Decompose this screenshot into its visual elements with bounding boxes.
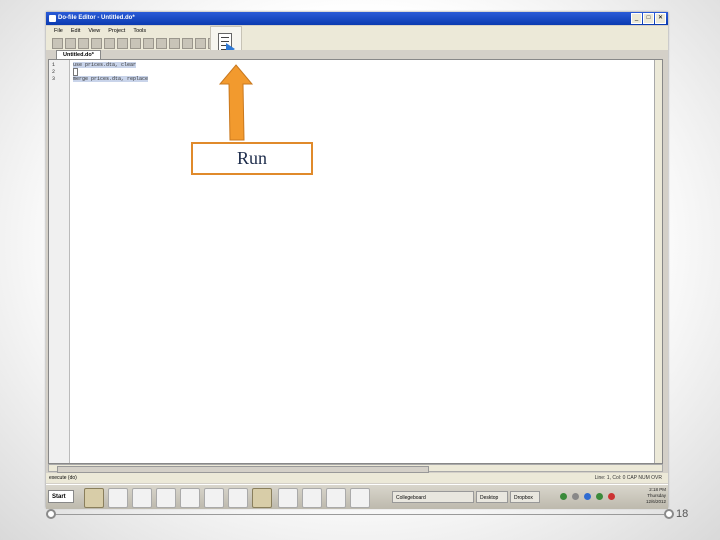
tab-bar: Untitled.do* <box>48 50 666 60</box>
app-icon[interactable] <box>156 488 176 508</box>
menu-project[interactable]: Project <box>108 26 125 36</box>
scroll-thumb[interactable] <box>57 466 429 473</box>
calculator-icon[interactable] <box>252 488 272 508</box>
taskbar-collegeboard[interactable]: Collegeboard <box>392 491 474 503</box>
print-icon[interactable] <box>91 37 102 49</box>
windows-explorer-icon[interactable] <box>84 488 104 508</box>
save-icon[interactable] <box>78 37 89 49</box>
clock[interactable]: 2:18 PM Thursday 12/6/2012 <box>646 487 666 505</box>
volume-icon[interactable] <box>572 493 579 500</box>
powerpoint-icon[interactable] <box>326 488 346 508</box>
open-icon[interactable] <box>65 37 76 49</box>
code-editor[interactable]: 1 2 3 use prices.dta, clear merge prices… <box>48 59 663 464</box>
line-number: 2 <box>52 69 56 75</box>
undo-icon[interactable] <box>156 37 167 49</box>
menu-tools[interactable]: Tools <box>133 26 146 36</box>
paint-icon[interactable] <box>180 488 200 508</box>
app-icon <box>49 15 56 22</box>
status-right: Line: 1, Col: 0 CAP NUM OVR <box>594 475 662 481</box>
text-cursor <box>73 68 78 76</box>
chrome-icon[interactable] <box>132 488 152 508</box>
line-number: 1 <box>52 62 56 68</box>
cut-icon[interactable] <box>117 37 128 49</box>
acrobat-icon[interactable] <box>302 488 322 508</box>
document-icon[interactable] <box>204 488 224 508</box>
system-tray: 2:18 PM Thursday 12/6/2012 <box>556 487 666 507</box>
outdent-icon[interactable] <box>195 37 206 49</box>
slide-divider <box>52 514 664 515</box>
menu-file[interactable]: File <box>54 26 63 36</box>
copy-icon[interactable] <box>130 37 141 49</box>
close-button[interactable]: ✕ <box>655 13 666 24</box>
redo-icon[interactable] <box>169 37 180 49</box>
code-line[interactable]: merge prices.dta, replace <box>73 76 149 82</box>
paste-icon[interactable] <box>143 37 154 49</box>
line-number: 3 <box>52 76 56 82</box>
menu-edit[interactable]: Edit <box>71 26 80 36</box>
start-button[interactable]: Start <box>48 490 74 503</box>
internet-explorer-icon[interactable] <box>228 488 248 508</box>
indent-icon[interactable] <box>182 37 193 49</box>
page-number: 18 <box>676 508 689 520</box>
google-icon[interactable] <box>108 488 128 508</box>
dropbox-icon[interactable] <box>278 488 298 508</box>
divider-dot-left <box>46 509 56 519</box>
excel-icon[interactable] <box>350 488 370 508</box>
taskbar-dropbox[interactable]: Dropbox <box>510 491 540 503</box>
stata-screenshot: Do-file Editor - Untitled.do* _ □ ✕ File… <box>46 12 668 509</box>
menu-view[interactable]: View <box>88 26 100 36</box>
toolbar <box>46 36 668 50</box>
divider-dot-right <box>664 509 674 519</box>
window-titlebar: Do-file Editor - Untitled.do* _ □ ✕ <box>46 12 668 25</box>
minimize-button[interactable]: _ <box>631 13 642 24</box>
window-title: Do-file Editor - Untitled.do* <box>58 15 135 21</box>
code-line[interactable]: use prices.dta, clear <box>73 62 137 68</box>
bluetooth-icon[interactable] <box>584 493 591 500</box>
run-callout-label: Run <box>191 142 313 175</box>
security-icon[interactable] <box>596 493 603 500</box>
status-left: execute (do) <box>49 475 77 481</box>
taskbar-desktop[interactable]: Desktop <box>476 491 508 503</box>
menu-bar: File Edit View Project Tools <box>46 26 668 36</box>
line-gutter: 1 2 3 <box>49 60 70 463</box>
vertical-scrollbar[interactable] <box>654 60 662 463</box>
new-icon[interactable] <box>52 37 63 49</box>
taskbar: Start Collegeboard Desktop Dropbox 2:18 … <box>46 484 668 509</box>
horizontal-scrollbar[interactable] <box>48 464 663 473</box>
status-bar: execute (do) Line: 1, Col: 0 CAP NUM OVR <box>46 473 668 483</box>
up-arrow-icon <box>218 64 254 141</box>
alert-icon[interactable] <box>608 493 615 500</box>
find-icon[interactable] <box>104 37 115 49</box>
network-icon[interactable] <box>560 493 567 500</box>
maximize-button[interactable]: □ <box>643 13 654 24</box>
